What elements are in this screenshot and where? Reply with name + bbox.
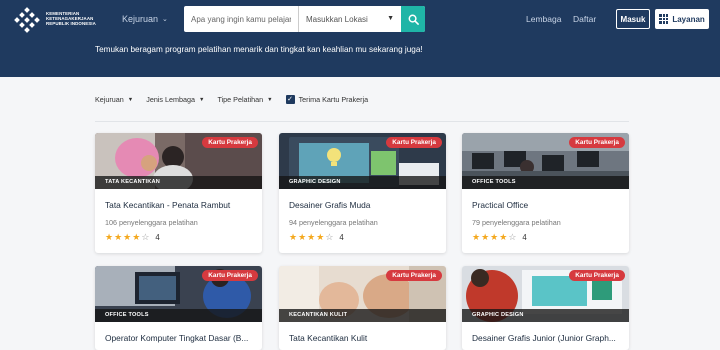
masuk-label: Masuk [620, 14, 646, 24]
category-label: OFFICE TOOLS [95, 309, 262, 322]
course-card[interactable]: Kartu Prakerja OFFICE TOOLS Operator Kom… [95, 266, 262, 350]
kemnaker-logo-icon[interactable] [14, 7, 40, 33]
course-title: Desainer Grafis Junior (Junior Graph... [472, 333, 616, 343]
star-filled-icon: ★ [132, 232, 141, 242]
lembaga-link[interactable]: Lembaga [526, 14, 561, 24]
top-header: KEMENTERIAN KETENAGAKERJAAN REPUBLIK IND… [0, 0, 720, 77]
course-card[interactable]: Kartu Prakerja GRAPHIC DESIGN Desainer G… [462, 266, 629, 350]
star-filled-icon: ★ [105, 232, 114, 242]
daftar-link[interactable]: Daftar [573, 14, 596, 24]
course-image: Kartu Prakerja GRAPHIC DESIGN [279, 133, 446, 189]
prakerja-badge: Kartu Prakerja [202, 270, 258, 281]
prakerja-checkbox[interactable]: ✓ Terima Kartu Prakerja [285, 95, 369, 104]
star-filled-icon: ★ [123, 232, 132, 242]
course-image: Kartu Prakerja KECANTIKAN KULIT [279, 266, 446, 322]
course-image: Kartu Prakerja GRAPHIC DESIGN [462, 266, 629, 322]
filter-kejuruan-label: Kejuruan [95, 95, 124, 104]
course-card[interactable]: Kartu Prakerja GRAPHIC DESIGN Desainer G… [279, 133, 446, 253]
prakerja-badge: Kartu Prakerja [569, 270, 625, 281]
star-filled-icon: ★ [316, 232, 325, 242]
kejuruan-label: Kejuruan [122, 14, 159, 24]
course-image: Kartu Prakerja OFFICE TOOLS [95, 266, 262, 322]
course-title: Tata Kecantikan - Penata Rambut [105, 200, 231, 210]
star-filled-icon: ★ [114, 232, 123, 242]
category-label: TATA KECANTIKAN [95, 176, 262, 189]
checkmark-icon: ✓ [285, 95, 295, 104]
star-filled-icon: ★ [499, 232, 508, 242]
star-empty-icon: ☆ [141, 232, 150, 242]
category-label: GRAPHIC DESIGN [279, 176, 446, 189]
provider-count: 79 penyelenggara pelatihan [472, 218, 561, 227]
course-title: Desainer Grafis Muda [289, 200, 371, 210]
tagline: Temukan beragam program pelatihan menari… [95, 45, 423, 54]
caret-down-icon: ▼ [198, 96, 205, 103]
grid-icon [659, 14, 669, 24]
star-filled-icon: ★ [289, 232, 298, 242]
prakerja-badge: Kartu Prakerja [386, 137, 442, 148]
rating-value: 4 [339, 233, 344, 242]
course-title: Practical Office [472, 200, 529, 210]
rating: ★ ★ ★ ★ ☆ 4 [105, 232, 160, 243]
search-icon [408, 14, 419, 25]
star-filled-icon: ★ [472, 232, 481, 242]
category-label: OFFICE TOOLS [462, 176, 629, 189]
provider-count: 94 penyelenggara pelatihan [289, 218, 378, 227]
caret-down-icon: ▼ [127, 96, 134, 103]
search-button[interactable] [401, 6, 425, 32]
provider-count: 106 penyelenggara pelatihan [105, 218, 198, 227]
prakerja-badge: Kartu Prakerja [202, 137, 258, 148]
location-label: Masukkan Lokasi [306, 14, 368, 24]
filter-bar: Kejuruan ▼ Jenis Lembaga ▼ Tipe Pelatiha… [95, 95, 368, 104]
location-select[interactable]: Masukkan Lokasi ▼ [299, 6, 401, 32]
course-card[interactable]: Kartu Prakerja KECANTIKAN KULIT Tata Kec… [279, 266, 446, 350]
rating-value: 4 [522, 233, 527, 242]
caret-down-icon: ▼ [387, 15, 394, 22]
layanan-button[interactable]: Layanan [655, 9, 709, 29]
filter-tipe-pelatihan[interactable]: Tipe Pelatihan ▼ [217, 95, 272, 104]
masuk-button[interactable]: Masuk [616, 9, 650, 29]
filter-jenis-lembaga-label: Jenis Lembaga [146, 95, 195, 104]
star-empty-icon: ☆ [325, 232, 334, 242]
star-filled-icon: ★ [490, 232, 499, 242]
star-filled-icon: ★ [481, 232, 490, 242]
course-image: Kartu Prakerja OFFICE TOOLS [462, 133, 629, 189]
rating: ★ ★ ★ ★ ☆ 4 [289, 232, 344, 243]
course-image: Kartu Prakerja TATA KECANTIKAN [95, 133, 262, 189]
category-label: GRAPHIC DESIGN [462, 309, 629, 322]
rating-value: 4 [155, 233, 160, 242]
layanan-label: Layanan [672, 14, 705, 24]
rating: ★ ★ ★ ★ ☆ 4 [472, 232, 527, 243]
filter-jenis-lembaga[interactable]: Jenis Lembaga ▼ [146, 95, 204, 104]
category-label: KECANTIKAN KULIT [279, 309, 446, 322]
star-empty-icon: ☆ [508, 232, 517, 242]
prakerja-badge: Kartu Prakerja [386, 270, 442, 281]
kejuruan-dropdown[interactable]: Kejuruan ⌄ [122, 14, 168, 24]
search-input[interactable] [184, 6, 299, 32]
course-title: Operator Komputer Tingkat Dasar (B... [105, 333, 249, 343]
course-card[interactable]: Kartu Prakerja OFFICE TOOLS Practical Of… [462, 133, 629, 253]
search-bar: Masukkan Lokasi ▼ [184, 6, 425, 32]
caret-down-icon: ▼ [267, 96, 273, 103]
course-card[interactable]: Kartu Prakerja TATA KECANTIKAN Tata Keca… [95, 133, 262, 253]
star-filled-icon: ★ [298, 232, 307, 242]
star-filled-icon: ★ [307, 232, 316, 242]
filter-kejuruan[interactable]: Kejuruan ▼ [95, 95, 133, 104]
prakerja-label: Terima Kartu Prakerja [298, 95, 369, 104]
chevron-down-icon: ⌄ [162, 16, 168, 23]
prakerja-badge: Kartu Prakerja [569, 137, 625, 148]
course-title: Tata Kecantikan Kulit [289, 333, 368, 343]
logo-text[interactable]: KEMENTERIAN KETENAGAKERJAAN REPUBLIK IND… [46, 11, 114, 27]
divider [95, 121, 629, 122]
logo-line: REPUBLIK INDONESIA [46, 21, 96, 27]
filter-tipe-pelatihan-label: Tipe Pelatihan [217, 95, 264, 104]
